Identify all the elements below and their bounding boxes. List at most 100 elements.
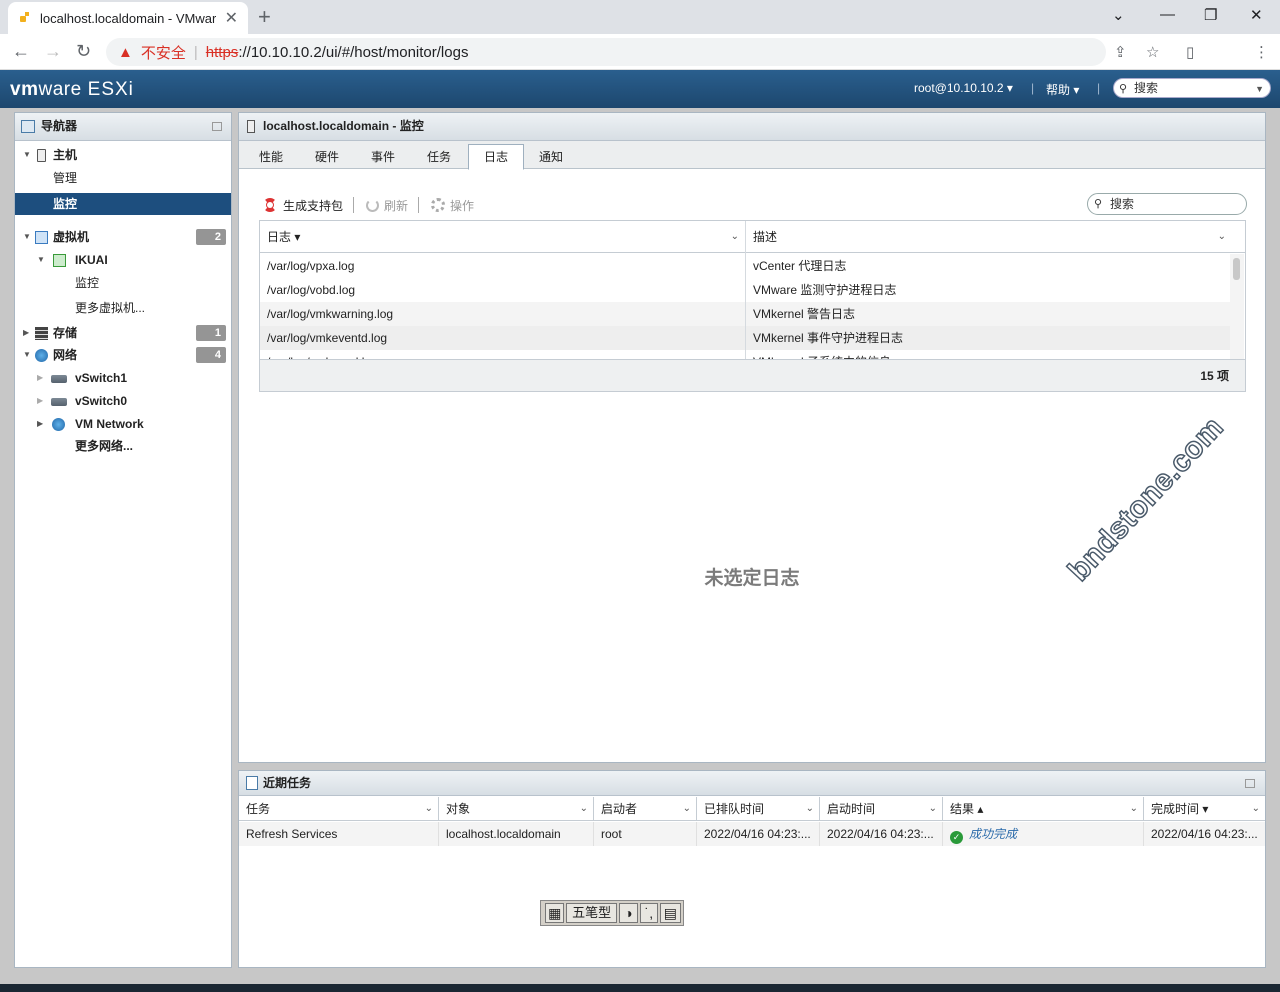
column-header-queued[interactable]: 已排队时间 ⌄ — [697, 797, 820, 821]
column-header-task[interactable]: 任务 ⌄ — [239, 797, 439, 821]
table-row[interactable]: /var/log/vpxa.log vCenter 代理日志 — [260, 254, 1232, 278]
nav-item-vm-network[interactable]: ▶ VM Network — [15, 413, 231, 435]
nav-item-vswitch1[interactable]: ▶ vSwitch1 — [15, 367, 231, 389]
minimize-button[interactable]: — — [1160, 6, 1175, 23]
tab-hardware[interactable]: 硬件 — [307, 147, 347, 169]
task-queued-time: 2022/04/16 04:23:... — [697, 822, 820, 846]
collapsed-triangle-icon[interactable]: ▶ — [23, 322, 29, 344]
collapsed-triangle-icon[interactable]: ▶ — [37, 413, 43, 435]
ime-status-bar[interactable]: ▦ 五笔型 ◑ ˙, ▤ — [540, 900, 684, 926]
ime-mode[interactable]: 五笔型 — [566, 903, 617, 923]
table-header: 日志 ▾ ⌄ 描述 ⌄ — [260, 221, 1245, 253]
os-taskbar — [0, 984, 1280, 992]
keyboard-icon[interactable]: ▤ — [659, 903, 681, 923]
back-button[interactable]: ← — [12, 41, 30, 62]
column-header-result[interactable]: 结果 ▴ ⌄ — [943, 797, 1144, 821]
help-menu[interactable]: 帮助 ▾ — [1046, 81, 1079, 98]
nav-item-ikuai-monitor[interactable]: 监控 — [15, 272, 231, 294]
user-menu[interactable]: root@10.10.10.2 ▾ — [914, 81, 1013, 95]
header-search-input[interactable]: ⚲ 搜索 ▼ — [1113, 78, 1271, 98]
tab-search-icon[interactable]: ⌄ — [1112, 6, 1125, 24]
collapsed-triangle-icon[interactable]: ▶ — [37, 367, 43, 389]
moon-icon[interactable]: ◑ — [618, 903, 639, 923]
switch-icon — [51, 398, 67, 406]
share-icon[interactable]: ⇪ — [1114, 43, 1127, 61]
minimize-icon[interactable] — [212, 122, 222, 131]
chevron-down-icon: ⌄ — [928, 803, 937, 814]
panel-header: localhost.localdomain - 监控 — [239, 113, 1265, 141]
vm-powered-on-icon — [53, 254, 66, 267]
close-tab-icon[interactable]: ✕ — [225, 8, 238, 28]
actions-button[interactable]: 操作 — [431, 197, 474, 214]
column-header-started[interactable]: 启动时间 ⌄ — [820, 797, 943, 821]
forward-button[interactable]: → — [44, 41, 62, 62]
vmware-favicon-icon — [18, 11, 32, 25]
expand-triangle-icon[interactable]: ▼ — [23, 226, 31, 248]
task-object[interactable]: localhost.localdomain — [439, 822, 594, 846]
menu-dots-icon[interactable]: ⋮ — [1254, 43, 1269, 61]
table-row[interactable]: /var/log/vmkwarning.log VMkernel 警告日志 — [260, 302, 1232, 326]
side-panel-icon[interactable]: ▯ — [1186, 43, 1194, 61]
column-header-description[interactable]: 描述 ⌄ — [746, 221, 1232, 253]
column-header-initiator[interactable]: 启动者 ⌄ — [594, 797, 697, 821]
chevron-down-icon[interactable]: ▼ — [1255, 80, 1264, 98]
url-field[interactable]: ▲ 不安全 | https ://10.10.10.2/ui/#/host/mo… — [106, 38, 1106, 66]
search-icon: ⚲ — [1119, 83, 1128, 95]
task-completed-time: 2022/04/16 04:23:... — [1151, 827, 1258, 841]
url-text: ://10.10.10.2/ui/#/host/monitor/logs — [238, 43, 469, 61]
table-row[interactable]: Refresh Services localhost.localdomain r… — [239, 822, 1265, 846]
column-header-log[interactable]: 日志 ▾ ⌄ — [260, 221, 746, 253]
vm-icon — [35, 231, 48, 244]
table-footer: 15 项 — [260, 359, 1245, 391]
nav-item-host[interactable]: ▼ 主机 — [15, 144, 231, 166]
nav-item-monitor[interactable]: 监控 — [15, 193, 231, 215]
expand-triangle-icon[interactable]: ▼ — [37, 249, 45, 271]
tab-tasks[interactable]: 任务 — [419, 147, 459, 169]
nav-item-more-networks[interactable]: 更多网络... — [15, 435, 231, 457]
new-tab-button[interactable]: + — [258, 4, 271, 30]
url-scheme: https — [205, 43, 239, 61]
nav-item-ikuai[interactable]: ▼ IKUAI — [15, 249, 231, 271]
bookmark-star-icon[interactable]: ☆ — [1146, 43, 1159, 61]
minimize-icon[interactable] — [1245, 779, 1255, 788]
column-header-object[interactable]: 对象 ⌄ — [439, 797, 594, 821]
table-row[interactable]: /var/log/vobd.log VMware 监测守护进程日志 — [260, 278, 1232, 302]
table-row[interactable]: /var/log/vmkeventd.log VMkernel 事件守护进程日志 — [260, 326, 1232, 350]
restore-button[interactable]: ❐ — [1204, 6, 1217, 24]
recent-tasks-panel: 近期任务 任务 ⌄ 对象 ⌄ 启动者 ⌄ 已排队时间 ⌄ 启动时间 ⌄ 结果 ▴ ⌄ 完成时… — [238, 770, 1266, 968]
refresh-button[interactable]: 刷新 — [366, 197, 408, 214]
table-scrollbar[interactable] — [1230, 254, 1244, 360]
nav-item-manage[interactable]: 管理 — [15, 167, 231, 189]
column-divider — [745, 221, 746, 361]
scrollbar-thumb[interactable] — [1233, 258, 1240, 280]
tab-notifications[interactable]: 通知 — [531, 147, 571, 169]
collapsed-triangle-icon[interactable]: ▶ — [37, 390, 43, 412]
nav-item-vms[interactable]: ▼ 虚拟机 2 — [15, 226, 231, 248]
recent-tasks-header: 近期任务 — [239, 771, 1265, 796]
nav-item-storage[interactable]: ▶ 存储 1 — [15, 322, 231, 344]
expand-triangle-icon[interactable]: ▼ — [23, 144, 31, 166]
nav-item-network[interactable]: ▼ 网络 4 — [15, 344, 231, 366]
item-count: 15 项 — [1200, 369, 1229, 383]
nav-item-more-vms[interactable]: 更多虚拟机... — [15, 297, 231, 319]
chevron-down-icon[interactable]: ⌄ — [731, 221, 739, 253]
log-table: 日志 ▾ ⌄ 描述 ⌄ /var/log/vpxa.log vCenter 代理… — [259, 220, 1246, 392]
log-search-input[interactable]: ⚲ 搜索 — [1087, 193, 1247, 215]
success-check-icon: ✓ — [950, 831, 963, 844]
nav-item-vswitch0[interactable]: ▶ vSwitch0 — [15, 390, 231, 412]
column-header-completed[interactable]: 完成时间 ▾ ⌄ — [1144, 797, 1265, 821]
divider — [353, 197, 355, 213]
ime-logo-icon[interactable]: ▦ — [545, 903, 565, 923]
refresh-icon — [366, 198, 380, 212]
punctuation-icon[interactable]: ˙, — [640, 903, 658, 923]
browser-tab[interactable]: localhost.localdomain - VMware ESXi ✕ — [8, 2, 248, 34]
tab-events[interactable]: 事件 — [363, 147, 403, 169]
close-window-button[interactable]: ✕ — [1250, 6, 1263, 24]
tab-logs[interactable]: 日志 — [468, 144, 524, 170]
tab-performance[interactable]: 性能 — [251, 147, 291, 169]
expand-triangle-icon[interactable]: ▼ — [23, 344, 31, 366]
chevron-down-icon[interactable]: ⌄ — [1218, 221, 1226, 253]
generate-support-bundle-button[interactable]: 生成支持包 — [263, 197, 343, 214]
navigator-panel: 导航器 ▼ 主机 管理 监控 ▼ 虚拟机 2 ▼ IKUAI 监控 更多虚拟机.… — [14, 112, 232, 968]
reload-button[interactable]: ↻ — [76, 41, 91, 62]
